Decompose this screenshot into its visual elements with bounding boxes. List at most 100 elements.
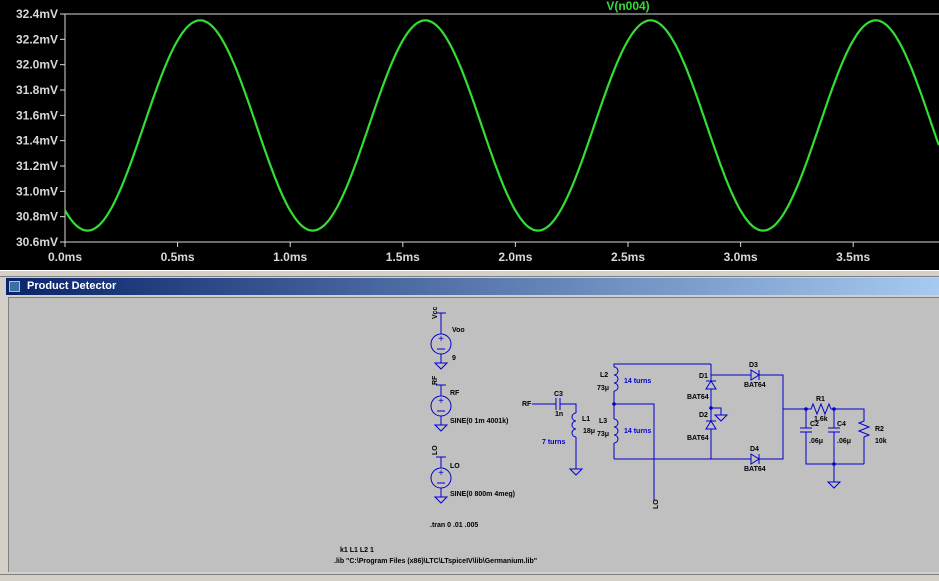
net-label-lo-top: LO <box>432 445 439 455</box>
y-tick-label: 32.2mV <box>16 32 58 46</box>
waveform-viewer[interactable]: 32.4mV 32.2mV 32.0mV 31.8mV 31.6mV 31.4mV 31.2… <box>0 0 939 270</box>
schematic-canvas[interactable]: + Vcc Voo 9 + RF RF SINE(0 1m 4001k) + L… <box>8 297 939 572</box>
rf-source-value: SINE(0 1m 4001k) <box>450 418 508 425</box>
ground-symbol <box>713 414 729 422</box>
r2-name: R2 <box>875 426 884 433</box>
c2-value: .06μ <box>809 438 823 445</box>
tran-directive[interactable]: .tran 0 .01 .005 <box>430 522 478 529</box>
junction-dot <box>832 462 836 466</box>
y-tick-label: 30.6mV <box>16 235 58 249</box>
voo-name: Voo <box>452 327 465 334</box>
voltage-source-voo[interactable]: + <box>430 312 452 370</box>
net-label-lo-tap: LO <box>653 499 660 509</box>
y-tick-label: 31.0mV <box>16 184 58 198</box>
schematic-window[interactable]: Product Detector + Vcc Voo 9 + RF RF SIN… <box>0 277 939 581</box>
d3-value: BAT64 <box>744 382 766 389</box>
trace-label[interactable]: V(n004) <box>606 0 649 13</box>
l1-value: 18μ <box>583 428 595 435</box>
inductor-l1[interactable] <box>571 412 577 438</box>
c3-name: C3 <box>554 391 563 398</box>
y-tick-label: 31.4mV <box>16 134 58 148</box>
y-axis-ticks: 32.4mV 32.2mV 32.0mV 31.8mV 31.6mV 31.4mV 31.2… <box>16 7 65 249</box>
capacitor-c3[interactable] <box>555 398 561 410</box>
l2-value: 73μ <box>597 385 609 392</box>
lib-directive[interactable]: .lib "C:\Program Files (x86)\LTC\LTspice… <box>334 558 537 565</box>
d1-name: D1 <box>699 373 708 380</box>
diode-d4[interactable] <box>750 453 760 465</box>
y-tick-label: 31.8mV <box>16 83 58 97</box>
y-tick-label: 30.8mV <box>16 210 58 224</box>
wire-lo-center-tap <box>614 403 655 501</box>
schematic-titlebar[interactable]: Product Detector <box>6 278 939 295</box>
voltage-source-rf[interactable]: + <box>430 384 452 432</box>
trace-v-n004[interactable] <box>64 19 939 232</box>
x-tick-label: 1.0ms <box>273 250 307 264</box>
diode-d3[interactable] <box>750 369 760 381</box>
wire <box>711 407 722 415</box>
l3-turns: 14 turns <box>624 428 651 435</box>
schematic-window-icon <box>9 281 20 292</box>
x-tick-label: 2.5ms <box>611 250 645 264</box>
wire <box>834 408 865 418</box>
l2-name: L2 <box>600 372 608 379</box>
l3-name: L3 <box>599 418 607 425</box>
resistor-r1[interactable] <box>806 402 834 416</box>
capacitor-c4[interactable] <box>828 427 840 433</box>
r1-name: R1 <box>816 396 825 403</box>
svg-text:+: + <box>438 334 444 345</box>
r2-value: 10k <box>875 438 887 445</box>
y-tick-label: 31.6mV <box>16 108 58 122</box>
diode-d2[interactable] <box>705 420 717 430</box>
l2-turns: 14 turns <box>624 378 651 385</box>
net-label-rf-input: RF <box>522 401 532 408</box>
svg-text:+: + <box>438 468 444 479</box>
schematic-drawing[interactable]: + Vcc Voo 9 + RF RF SINE(0 1m 4001k) + L… <box>8 297 939 572</box>
voo-value: 9 <box>452 355 456 362</box>
inductor-l2[interactable] <box>613 366 619 392</box>
y-tick-label: 32.4mV <box>16 7 58 21</box>
x-tick-label: 0.0ms <box>48 250 82 264</box>
svg-text:+: + <box>438 396 444 407</box>
ground-symbol <box>826 481 842 489</box>
diode-d1[interactable] <box>705 380 717 390</box>
x-axis-ticks: 0.0ms 0.5ms 1.0ms 1.5ms 2.0ms 2.5ms 3.0ms 3.5ms <box>48 242 871 264</box>
wire <box>759 409 784 460</box>
l1-name: L1 <box>582 416 590 423</box>
ground-symbol <box>568 468 584 476</box>
net-label-rf-top: RF <box>432 375 439 385</box>
x-tick-label: 3.0ms <box>724 250 758 264</box>
d2-value: BAT64 <box>687 435 709 442</box>
window-bottom-edge <box>0 574 939 581</box>
waveform-plot[interactable]: 32.4mV 32.2mV 32.0mV 31.8mV 31.6mV 31.4mV 31.2… <box>0 0 939 270</box>
wire <box>759 374 784 409</box>
y-tick-label: 32.0mV <box>16 58 58 72</box>
c2-name: C2 <box>810 421 819 428</box>
d1-value: BAT64 <box>687 394 709 401</box>
l1-turns: 7 turns <box>542 439 565 446</box>
x-tick-label: 0.5ms <box>161 250 195 264</box>
l3-value: 73μ <box>597 431 609 438</box>
c4-name: C4 <box>837 421 846 428</box>
c3-value: 1n <box>555 411 563 418</box>
net-label-vcc: Vcc <box>432 306 439 319</box>
x-tick-label: 2.0ms <box>498 250 532 264</box>
lo-source-name: LO <box>450 463 460 470</box>
x-tick-label: 1.5ms <box>386 250 420 264</box>
y-tick-label: 31.2mV <box>16 159 58 173</box>
wire <box>805 432 864 465</box>
inductor-l3[interactable] <box>613 418 619 444</box>
k-directive[interactable]: k1 L1 L2 1 <box>340 547 374 554</box>
pane-splitter[interactable] <box>0 270 939 277</box>
d2-name: D2 <box>699 412 708 419</box>
wire <box>613 363 617 367</box>
d4-name: D4 <box>750 446 759 453</box>
lo-source-value: SINE(0 800m 4meg) <box>450 491 515 498</box>
rf-source-name: RF <box>450 390 460 397</box>
capacitor-c2[interactable] <box>800 427 812 433</box>
d3-name: D3 <box>749 362 758 369</box>
resistor-r2[interactable] <box>857 418 871 441</box>
schematic-window-title: Product Detector <box>27 280 117 292</box>
d4-value: BAT64 <box>744 466 766 473</box>
voltage-source-lo[interactable]: + <box>430 456 452 504</box>
c4-value: .06μ <box>837 438 851 445</box>
